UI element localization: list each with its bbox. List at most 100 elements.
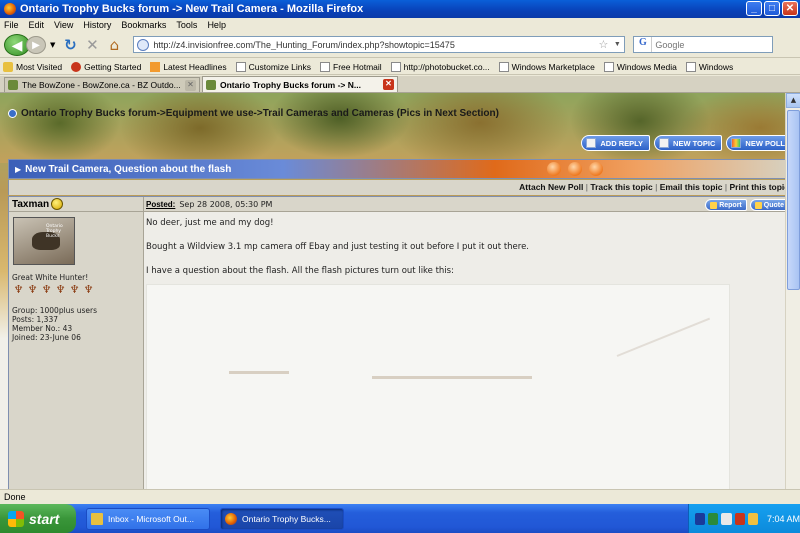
media-player-icon[interactable] [695,512,706,525]
orb-icon [589,162,603,176]
topic-bar-decoration [547,162,603,176]
breadcrumb: Ontario Trophy Bucks forum->Equipment we… [8,108,499,119]
flash-photo [146,284,730,489]
antler-icon: ♆ [27,283,38,296]
member-group: Group: 1000plus users [12,306,97,315]
page-scrollbar[interactable]: ▲ [785,93,800,489]
author-name[interactable]: Taxman [12,199,49,210]
bookmark-windows[interactable]: Windows [685,61,733,72]
post-buttons: Report Quote [705,199,789,211]
menu-file[interactable]: File [4,20,19,30]
bookmark-label: Latest Headlines [163,61,227,72]
url-dropdown-icon[interactable]: ▼ [610,41,624,48]
start-label: start [29,510,60,527]
menu-edit[interactable]: Edit [29,20,45,30]
maximize-button[interactable]: □ [764,1,780,16]
url-text[interactable]: http://z4.invisionfree.com/The_Hunting_F… [153,40,596,50]
clock[interactable]: 7:04 AM [767,514,800,524]
print-topic-link[interactable]: Print this topic [730,182,790,192]
network-icon[interactable] [721,512,732,525]
member-title: Great White Hunter! [12,273,89,282]
bookmark-photobucket[interactable]: http://photobucket.co... [390,61,490,72]
add-reply-button[interactable]: ADD REPLY [581,135,651,151]
system-tray: 7:04 AM [688,504,800,533]
bookmark-star-icon[interactable]: ☆ [596,38,610,51]
url-bar[interactable]: http://z4.invisionfree.com/The_Hunting_F… [133,36,626,53]
email-topic-link[interactable]: Email this topic [660,182,723,192]
rank-pips: ♆ ♆ ♆ ♆ ♆ ♆ [12,283,95,296]
bookmark-most-visited[interactable]: Most Visited [3,61,63,72]
track-topic-link[interactable]: Track this topic [590,182,652,192]
window-titlebar[interactable]: Ontario Trophy Bucks forum -> New Trail … [0,0,800,18]
reply-icon [586,138,597,148]
menu-help[interactable]: Help [207,20,226,30]
member-stats: Group: 1000plus users Posts: 1,337 Membe… [12,306,97,342]
quote-label: Quote [763,201,784,209]
tab-bar: The BowZone - BowZone.ca - BZ Outdo... ✕… [0,76,800,93]
forward-button[interactable]: ▶ [26,35,46,54]
quote-button[interactable]: Quote [749,199,789,211]
scroll-up-icon[interactable]: ▲ [786,93,800,108]
minimize-button[interactable]: _ [746,1,762,16]
posted-label[interactable]: Posted: [146,200,175,209]
page-content: Ontario Trophy Bucks forum->Equipment we… [0,93,800,489]
history-dropdown-icon[interactable]: ▼ [50,41,55,49]
start-button[interactable]: start [0,504,76,533]
star-icon [3,61,13,72]
task-label: Inbox - Microsoft Out... [108,513,194,524]
tab-close-icon[interactable]: ✕ [185,79,196,91]
bookmark-getting-started[interactable]: Getting Started [71,61,141,72]
menu-bookmarks[interactable]: Bookmarks [121,20,166,30]
tab-ontario-trophy-bucks[interactable]: Ontario Trophy Bucks forum -> N... ✕ [202,76,398,92]
window-controls: _ □ ✕ [746,1,798,16]
menu-bar: File Edit View History Bookmarks Tools H… [0,18,800,32]
windows-taskbar: start Inbox - Microsoft Out... Ontario T… [0,504,800,533]
report-button[interactable]: Report [705,199,747,211]
volume-icon[interactable] [747,512,758,525]
report-icon [710,201,718,209]
close-button[interactable]: ✕ [782,1,798,16]
author-header: Taxman [9,197,143,212]
security-icon[interactable] [708,512,719,525]
post-paragraph: I have a question about the flash. All t… [146,266,454,276]
site-identity-icon[interactable] [137,38,150,51]
bookmark-free-hotmail[interactable]: Free Hotmail [320,61,382,72]
tab-bowzone[interactable]: The BowZone - BowZone.ca - BZ Outdo... ✕ [4,77,200,92]
breadcrumb-text[interactable]: Ontario Trophy Bucks forum->Equipment we… [21,108,499,119]
task-firefox[interactable]: Ontario Trophy Bucks... [220,507,344,530]
back-arrow-icon: ◀ [11,37,23,54]
search-engine-icon[interactable]: G [634,37,653,52]
search-input[interactable] [652,39,773,50]
separator: | [585,182,588,192]
bookmark-latest-headlines[interactable]: Latest Headlines [150,61,227,72]
reload-button[interactable]: ↻ [59,34,81,56]
scroll-thumb[interactable] [787,110,800,290]
home-button[interactable]: ⌂ [103,34,125,56]
new-topic-button[interactable]: NEW TOPIC [654,135,723,151]
post-date: Sep 28 2008, 05:30 PM [179,199,273,209]
post-body-panel: Posted: Sep 28 2008, 05:30 PM Report Quo… [144,197,793,489]
bookmark-label: Most Visited [16,61,63,72]
member-number: Member No.: 43 [12,324,73,333]
alert-icon[interactable] [734,512,745,525]
task-inbox-outlook[interactable]: Inbox - Microsoft Out... [86,507,210,530]
new-poll-button[interactable]: NEW POLL [726,135,792,151]
bookmark-windows-media[interactable]: Windows Media [603,61,677,72]
window-title: Ontario Trophy Bucks forum -> New Trail … [20,3,364,15]
bookmark-windows-marketplace[interactable]: Windows Marketplace [498,61,595,72]
forum-post: Taxman Ontario Trophy Bucks Great White … [8,196,794,489]
avatar: Ontario Trophy Bucks [13,217,75,265]
reload-icon: ↻ [64,35,77,54]
task-label: Ontario Trophy Bucks... [242,513,331,524]
post-paragraph: Bought a Wildview 3.1 mp camera off Ebay… [146,242,530,252]
menu-tools[interactable]: Tools [176,20,197,30]
tab-favicon [206,79,216,90]
menu-history[interactable]: History [83,20,111,30]
menu-view[interactable]: View [54,20,73,30]
attach-poll-link[interactable]: Attach New Poll [519,182,583,192]
bookmark-customize-links[interactable]: Customize Links [235,61,311,72]
tab-close-icon[interactable]: ✕ [383,79,394,90]
new-poll-label: NEW POLL [745,138,785,148]
stop-button[interactable]: ✕ [81,34,103,56]
firefox-icon [71,61,82,72]
